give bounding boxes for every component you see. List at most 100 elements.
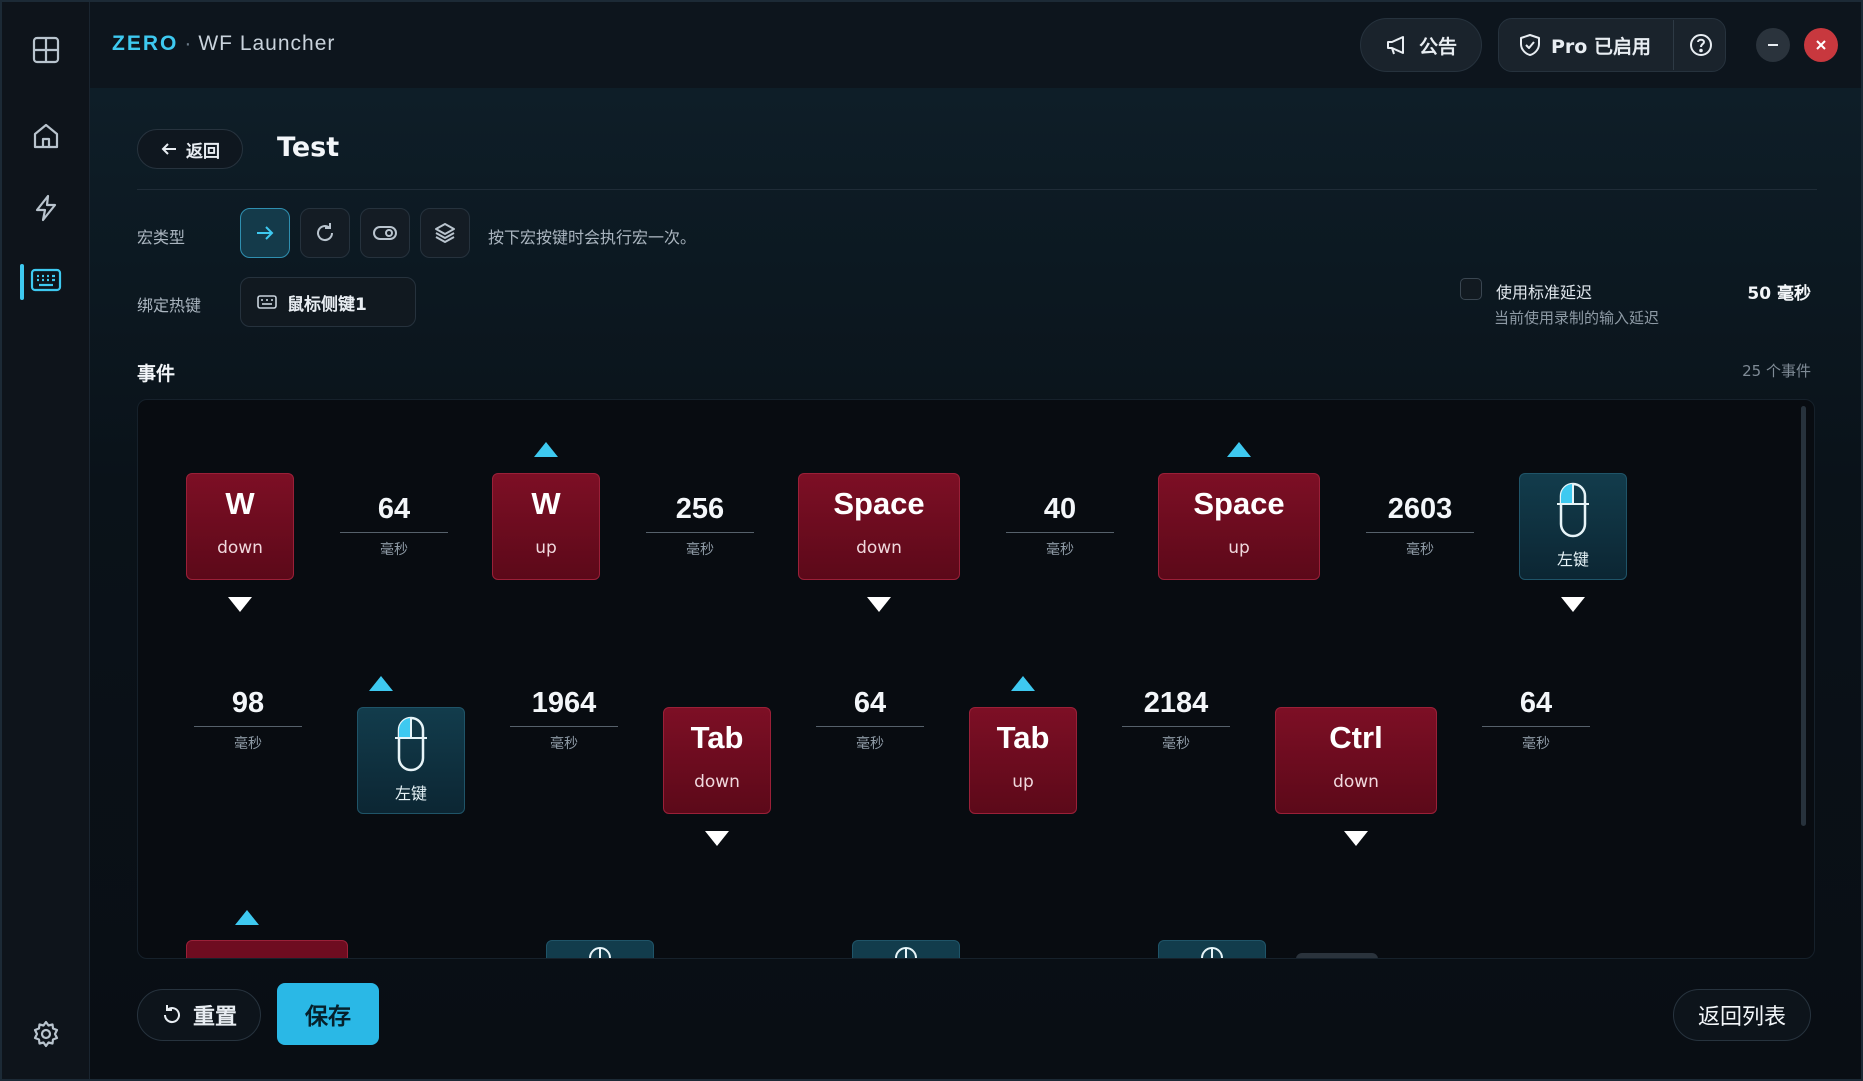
brand-zero: ZERO — [112, 32, 179, 55]
event-key[interactable]: W down — [186, 473, 294, 580]
shield-check-icon — [1520, 34, 1540, 56]
delay-underline — [1122, 726, 1230, 727]
settings-gear-icon[interactable] — [22, 1010, 70, 1058]
event-mouse[interactable]: 左键 — [357, 707, 465, 814]
key-down-arrow-icon — [867, 597, 891, 612]
event-delay[interactable]: 2603 毫秒 — [1366, 493, 1474, 559]
event-mouse-partial[interactable] — [1158, 940, 1266, 958]
event-key[interactable]: Ctrl down — [1275, 707, 1437, 814]
reset-button[interactable]: 重置 — [137, 989, 261, 1041]
standard-delay-subtitle: 当前使用录制的输入延迟 — [1494, 309, 1660, 327]
event-key-state: up — [1228, 538, 1250, 558]
brand-name: WF Launcher — [198, 32, 336, 55]
key-down-arrow-icon — [705, 831, 729, 846]
event-partial — [1296, 953, 1378, 958]
hotkey-label: 绑定热键 — [137, 296, 202, 315]
delay-underline — [194, 726, 302, 727]
event-delay[interactable]: 2184 毫秒 — [1122, 687, 1230, 753]
keyboard-icon — [257, 295, 277, 309]
minimize-button[interactable] — [1756, 28, 1790, 62]
event-key-state: down — [856, 538, 902, 558]
event-delay[interactable]: 40 毫秒 — [1006, 493, 1114, 559]
event-delay[interactable]: 98 毫秒 — [194, 687, 302, 753]
dashboard-grid-icon[interactable] — [22, 26, 70, 74]
event-delay[interactable]: 1964 毫秒 — [510, 687, 618, 753]
delay-value: 2603 — [1387, 493, 1453, 525]
help-button[interactable] — [1678, 22, 1724, 68]
delay-underline — [1366, 532, 1474, 533]
event-mouse-name: 左键 — [394, 784, 427, 803]
sidebar — [2, 2, 90, 1079]
save-button[interactable]: 保存 — [277, 983, 379, 1045]
macro-type-toggle-button[interactable] — [360, 208, 410, 258]
delay-underline — [340, 532, 448, 533]
event-key-name: Space — [833, 486, 925, 521]
help-question-icon — [1690, 34, 1712, 56]
event-key-state: down — [217, 538, 263, 558]
minimize-icon — [1768, 44, 1778, 46]
mouse-left-click-icon — [1557, 482, 1589, 538]
standard-delay-value[interactable]: 50 毫秒 — [1747, 279, 1811, 304]
event-delay[interactable]: 256 毫秒 — [646, 493, 754, 559]
event-key-name: W — [531, 486, 561, 521]
delay-unit: 毫秒 — [234, 736, 262, 752]
announcement-label: 公告 — [1418, 35, 1457, 58]
macro-type-layers-button[interactable] — [420, 208, 470, 258]
events-scrollbar[interactable] — [1801, 406, 1806, 826]
page-title: Test — [277, 132, 340, 163]
mouse-icon — [1201, 947, 1223, 958]
pro-status-label[interactable]: Pro 已启用 — [1551, 32, 1651, 59]
close-button[interactable] — [1804, 28, 1838, 62]
event-key[interactable]: Space down — [798, 473, 960, 580]
macro-type-single-button[interactable] — [240, 208, 290, 258]
announcement-button[interactable]: 公告 — [1360, 18, 1482, 72]
delay-unit: 毫秒 — [380, 542, 408, 558]
macro-type-description: 按下宏按键时会执行宏一次。 — [488, 228, 697, 247]
mouse-left-click-icon — [395, 716, 427, 772]
event-delay[interactable]: 64 毫秒 — [816, 687, 924, 753]
event-key[interactable]: Tab up — [969, 707, 1077, 814]
event-key[interactable]: Tab down — [663, 707, 771, 814]
key-up-arrow-icon — [1011, 676, 1035, 691]
delay-underline — [1482, 726, 1590, 727]
key-up-arrow-icon — [1227, 442, 1251, 457]
event-key-partial[interactable] — [186, 940, 348, 958]
event-delay[interactable]: 64 毫秒 — [1482, 687, 1590, 753]
delay-value: 98 — [231, 687, 265, 719]
macro-type-repeat-button[interactable] — [300, 208, 350, 258]
delay-unit: 毫秒 — [550, 736, 578, 752]
delay-value: 64 — [853, 687, 887, 719]
delay-value: 256 — [675, 493, 725, 525]
event-mouse[interactable]: 左键 — [1519, 473, 1627, 580]
event-key-name: W — [225, 486, 255, 521]
events-panel[interactable]: W down 64 毫秒 W up 256 毫秒 Space down 40 毫… — [137, 399, 1815, 959]
events-count: 25 个事件 — [1742, 362, 1811, 380]
layers-icon — [435, 223, 455, 243]
macro-type-label: 宏类型 — [137, 228, 186, 247]
event-key-state: up — [535, 538, 557, 558]
event-delay[interactable]: 64 毫秒 — [340, 493, 448, 559]
repeat-icon — [317, 223, 334, 242]
back-button[interactable]: 返回 — [137, 129, 243, 169]
header-divider — [1673, 20, 1674, 70]
event-key[interactable]: W up — [492, 473, 600, 580]
reset-label: 重置 — [192, 1005, 237, 1030]
event-mouse-name: 左键 — [1556, 550, 1589, 569]
event-mouse-partial[interactable] — [852, 940, 960, 958]
standard-delay-checkbox[interactable] — [1460, 278, 1482, 300]
back-to-list-button[interactable]: 返回列表 — [1673, 989, 1811, 1041]
event-mouse-partial[interactable] — [546, 940, 654, 958]
hotkey-field[interactable]: 鼠标侧键1 — [240, 277, 416, 327]
home-icon[interactable] — [22, 112, 70, 160]
event-key-state: down — [1333, 772, 1379, 792]
event-key-state: down — [694, 772, 740, 792]
event-key-name: Space — [1193, 486, 1285, 521]
keyboard-macro-icon[interactable] — [22, 256, 70, 304]
delay-value: 2184 — [1143, 687, 1209, 719]
event-key-name: Ctrl — [1329, 720, 1383, 755]
event-key[interactable]: Space up — [1158, 473, 1320, 580]
key-down-arrow-icon — [1561, 597, 1585, 612]
delay-underline — [1006, 532, 1114, 533]
lightning-icon[interactable] — [22, 184, 70, 232]
event-key-name: Tab — [690, 720, 744, 755]
